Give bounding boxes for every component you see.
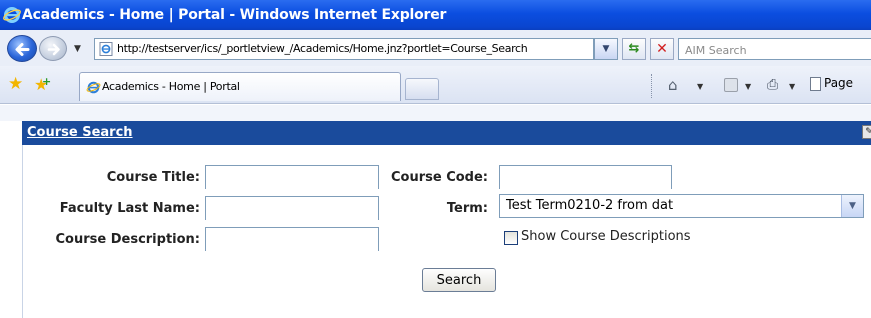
new-tab-button[interactable] bbox=[405, 78, 439, 100]
forward-button[interactable] bbox=[39, 36, 67, 61]
course-code-input[interactable] bbox=[500, 166, 671, 189]
tab-academics-home[interactable]: Academics - Home | Portal bbox=[79, 72, 401, 101]
back-arrow-icon bbox=[15, 43, 30, 56]
forward-arrow-icon bbox=[47, 43, 60, 56]
refresh-icon: ⇆ bbox=[628, 41, 640, 56]
term-select[interactable]: Test Term0210-2 from dat ▼ bbox=[499, 194, 864, 218]
address-bar[interactable]: http://testserver/ics/_portletview_/Acad… bbox=[94, 38, 594, 60]
page-icon bbox=[810, 76, 821, 91]
home-icon[interactable]: ⌂ bbox=[668, 76, 678, 94]
search-box[interactable] bbox=[678, 38, 871, 61]
course-title-label: Course Title: bbox=[106, 170, 200, 185]
term-label: Term: bbox=[446, 201, 488, 216]
faculty-last-name-label: Faculty Last Name: bbox=[59, 201, 200, 216]
print-icon[interactable]: ⎙ bbox=[767, 77, 778, 93]
portlet-settings-icon[interactable]: ✎ bbox=[862, 125, 871, 139]
show-descriptions-label[interactable]: Show Course Descriptions bbox=[521, 229, 691, 244]
chevron-down-icon[interactable]: ▼ bbox=[841, 195, 863, 217]
course-title-field[interactable] bbox=[205, 165, 379, 189]
portlet-title-link[interactable]: Course Search bbox=[27, 125, 133, 140]
print-dropdown-icon[interactable]: ▼ bbox=[789, 82, 795, 91]
stop-button[interactable]: ✕ bbox=[650, 38, 674, 60]
url-text: http://testserver/ics/_portletview_/Acad… bbox=[117, 42, 528, 55]
page-menu-label: Page bbox=[824, 76, 854, 90]
faculty-last-name-input[interactable] bbox=[206, 197, 378, 220]
portlet-header: Course Search ✎ bbox=[22, 121, 871, 145]
term-selected-value: Test Term0210-2 from dat bbox=[506, 198, 674, 213]
page-menu-button[interactable]: Page bbox=[810, 76, 853, 91]
add-favorites-icon[interactable]: ★ + bbox=[34, 75, 51, 93]
course-code-label: Course Code: bbox=[390, 170, 488, 185]
window-title: Academics - Home | Portal - Windows Inte… bbox=[22, 7, 447, 23]
address-toolbar: ▼ http://testserver/ics/_portletview_/Ac… bbox=[0, 30, 871, 66]
window-titlebar: Academics - Home | Portal - Windows Inte… bbox=[0, 0, 871, 30]
refresh-button[interactable]: ⇆ bbox=[622, 38, 646, 60]
course-title-input[interactable] bbox=[206, 166, 378, 189]
content-top-band bbox=[0, 105, 871, 121]
feeds-icon[interactable] bbox=[724, 78, 738, 92]
course-description-label: Course Description: bbox=[55, 232, 201, 247]
course-description-input[interactable] bbox=[206, 228, 378, 251]
ie-page-icon bbox=[99, 42, 113, 56]
close-icon: ✕ bbox=[656, 41, 668, 57]
tab-label: Academics - Home | Portal bbox=[102, 80, 240, 93]
favorites-star-icon[interactable]: ★ bbox=[8, 76, 23, 93]
search-button[interactable]: Search bbox=[422, 268, 496, 292]
ie-page-icon bbox=[86, 81, 101, 94]
course-description-field[interactable] bbox=[205, 227, 379, 251]
toolbar-separator bbox=[651, 74, 653, 98]
course-code-field[interactable] bbox=[499, 165, 672, 189]
feeds-dropdown-icon[interactable]: ▼ bbox=[745, 82, 751, 91]
address-dropdown-button[interactable]: ▼ bbox=[594, 38, 618, 60]
recent-pages-dropdown-icon[interactable]: ▼ bbox=[74, 44, 81, 54]
tab-toolbar: ★ ★ + Academics - Home | Portal ⌂ ▼ ▼ ⎙ ▼… bbox=[0, 66, 871, 104]
show-descriptions-checkbox[interactable] bbox=[504, 231, 518, 245]
back-button[interactable] bbox=[7, 35, 37, 62]
faculty-last-name-field[interactable] bbox=[205, 196, 379, 220]
search-input[interactable] bbox=[679, 40, 871, 61]
ie-logo-icon bbox=[3, 7, 21, 23]
home-dropdown-icon[interactable]: ▼ bbox=[697, 82, 703, 91]
